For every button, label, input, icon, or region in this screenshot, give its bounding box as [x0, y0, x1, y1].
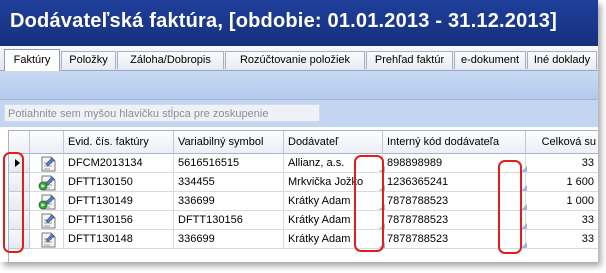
highlight-row-indicators [3, 152, 24, 253]
tab-faktury[interactable]: Faktúry [4, 49, 60, 71]
tab-ine-doklady[interactable]: Iné doklady [527, 51, 597, 69]
document-icon [41, 213, 56, 229]
row-icon-cell [30, 211, 64, 230]
cell-variabilny-symbol[interactable]: 336699 [174, 192, 284, 211]
cell-celkova-suma[interactable]: 1 000 [526, 192, 598, 211]
tab-bar: Faktúry Položky Záloha/Dobropis Rozúčtov… [0, 46, 598, 71]
cell-evid[interactable]: DFTT130148 [64, 230, 174, 249]
invoice-window: Dodávateľská faktúra, [obdobie: 01.01.20… [0, 0, 598, 262]
cell-evid[interactable]: DFTT130149 [64, 192, 174, 211]
cell-celkova-suma[interactable]: 33 [526, 230, 598, 249]
highlight-dodavatel-marker [354, 155, 384, 252]
cell-variabilny-symbol[interactable]: 334455 [174, 173, 284, 192]
tab-polozky[interactable]: Položky [61, 51, 116, 69]
row-icon-cell [30, 230, 64, 249]
tab-rozuctovanie-poloziek[interactable]: Rozúčtovanie položiek [225, 51, 365, 69]
row-icon-cell [30, 154, 64, 173]
group-by-hint: Potiahnite sem myšou hlavičku stĺpca pre… [4, 104, 320, 122]
cell-variabilny-symbol[interactable]: 5616516515 [174, 154, 284, 173]
column-header-celkova-suma[interactable]: Celková su [526, 131, 598, 154]
cell-celkova-suma[interactable]: 1 600 [526, 173, 598, 192]
grid-corner [9, 131, 30, 154]
document-icon [41, 156, 56, 172]
cell-evid[interactable]: DFCM2013134 [64, 154, 174, 173]
column-header-evid[interactable]: Evid. čís. faktúry [64, 131, 174, 154]
row-icon-cell [30, 173, 64, 192]
cell-variabilny-symbol[interactable]: 336699 [174, 230, 284, 249]
row-icon-cell [30, 192, 64, 211]
document-icon [38, 175, 56, 191]
toolbar-area [0, 71, 598, 100]
tab-prehlad-faktur[interactable]: Prehľad faktúr [366, 51, 453, 69]
document-icon [41, 232, 56, 248]
group-by-panel[interactable]: Potiahnite sem myšou hlavičku stĺpca pre… [0, 100, 598, 127]
cell-celkova-suma[interactable]: 33 [526, 211, 598, 230]
cell-evid[interactable]: DFTT130156 [64, 211, 174, 230]
title-bar: Dodávateľská faktúra, [obdobie: 01.01.20… [0, 0, 598, 46]
cell-evid[interactable]: DFTT130150 [64, 173, 174, 192]
cell-variabilny-symbol[interactable]: DFTT130156 [174, 211, 284, 230]
column-header-variabilny-symbol[interactable]: Variabilný symbol [174, 131, 284, 154]
icon-column-header [30, 131, 64, 154]
column-header-dodavatel[interactable]: Dodávateľ [284, 131, 383, 154]
highlight-kod-marker [498, 160, 522, 254]
column-header-interny-kod[interactable]: Interný kód dodávateľa [383, 131, 526, 154]
window-title: Dodávateľská faktúra, [obdobie: 01.01.20… [10, 10, 557, 32]
tab-zaloha-dobropis[interactable]: Záloha/Dobropis [117, 51, 224, 69]
tab-e-dokument[interactable]: e-dokument [454, 51, 526, 69]
document-icon [38, 194, 56, 210]
cell-celkova-suma[interactable]: 33 [526, 154, 598, 173]
